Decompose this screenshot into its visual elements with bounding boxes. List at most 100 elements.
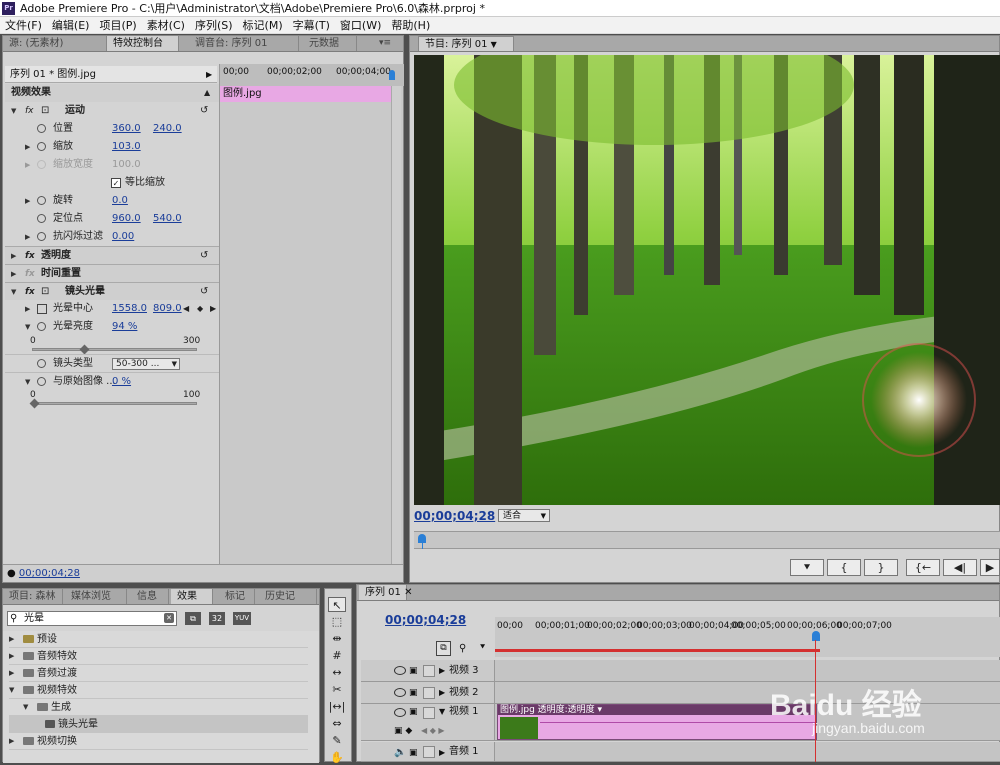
time-remap-row[interactable]: ▶ fx 时间重置 [5, 264, 219, 282]
mark-in-button[interactable]: { [827, 559, 861, 576]
tree-item-presets[interactable]: 预设 [37, 634, 57, 645]
keyframe-icon[interactable]: ◆ [197, 300, 203, 318]
expand-triangle-icon[interactable]: ▶ [9, 665, 14, 682]
stopwatch-icon[interactable] [37, 377, 46, 386]
timeline-clip[interactable]: 图例.jpg 透明度:透明度 ▾ [497, 704, 817, 740]
anchor-x-value[interactable]: 960.0 [112, 210, 141, 228]
blend-slider[interactable] [32, 402, 197, 405]
lock-box[interactable] [423, 746, 435, 758]
tab-project-4[interactable]: 标记 [219, 589, 255, 604]
chevron-down-icon[interactable]: ▼ [491, 40, 497, 49]
program-scrubber[interactable] [414, 531, 1000, 549]
hand-tool-icon[interactable]: ✋ [328, 750, 346, 765]
tab-sequence[interactable]: 序列 01 ✕ [359, 585, 412, 600]
track-select-tool-icon[interactable]: ⬚ [328, 614, 346, 629]
expand-triangle-icon[interactable]: ▶ [439, 660, 445, 682]
clear-icon[interactable]: ✕ [164, 613, 174, 623]
expand-triangle-icon[interactable]: ▶ [439, 742, 445, 764]
expand-triangle-icon[interactable]: ▶ [25, 192, 30, 210]
speaker-icon[interactable]: 🔈 [394, 742, 406, 764]
flare-center-y-value[interactable]: 809.0 [153, 300, 182, 318]
slip-tool-icon[interactable]: |↔| [328, 699, 346, 714]
lock-box[interactable] [423, 665, 435, 677]
reset-icon[interactable]: ↺ [200, 247, 208, 265]
menu-item[interactable]: 编辑(E) [47, 17, 95, 34]
menu-item[interactable]: 帮助(H) [386, 17, 435, 34]
tab-metadata[interactable]: 元数据 [303, 36, 357, 51]
stopwatch-icon[interactable] [37, 322, 46, 331]
timeline-timecode[interactable]: 00;00;04;28 [385, 613, 466, 627]
go-to-in-button[interactable]: {← [906, 559, 940, 576]
tab-project-0[interactable]: 项目: 森林 [3, 589, 63, 604]
reset-icon[interactable]: ↺ [200, 102, 208, 120]
tree-item-generate[interactable]: 生成 [51, 702, 71, 713]
rate-stretch-tool-icon[interactable]: ↔ [328, 665, 346, 680]
eye-icon[interactable] [394, 688, 406, 697]
rotation-value[interactable]: 0.0 [112, 192, 128, 210]
tree-item-video-effects[interactable]: 视频特效 [37, 685, 77, 696]
expand-triangle-icon[interactable]: ▶ [25, 228, 30, 246]
effects-search-input[interactable]: ⚲ 光晕 ✕ [7, 611, 177, 626]
panel-menu-icon[interactable]: ▾≡ [379, 36, 391, 51]
display-style-icon[interactable]: ▣ ◆ [394, 720, 412, 742]
antiflicker-value[interactable]: 0.00 [112, 228, 134, 246]
selection-tool-icon[interactable]: ↖ [328, 597, 346, 612]
expand-triangle-icon[interactable]: ▶ [11, 265, 16, 283]
snap-icon[interactable]: ⧉ [436, 641, 451, 656]
flare-brightness-slider[interactable] [32, 348, 197, 351]
marker-icon[interactable]: ⚲ [459, 643, 466, 654]
position-x-value[interactable]: 360.0 [112, 120, 141, 138]
add-marker-button[interactable]: ⯆ [790, 559, 824, 576]
tree-item-lens-flare[interactable]: 镜头光晕 [58, 719, 98, 730]
menu-item[interactable]: 文件(F) [0, 17, 47, 34]
expand-triangle-icon[interactable]: ▶ [25, 138, 30, 156]
effect-timeline[interactable]: 00;00 00;00;02;00 00;00;04;00 图例.jpg [219, 64, 404, 582]
menu-item[interactable]: 序列(S) [190, 17, 238, 34]
expand-triangle-icon[interactable]: ▶ [25, 300, 30, 318]
reset-icon[interactable]: ↺ [200, 283, 208, 301]
expand-triangle-icon[interactable]: ▶ [11, 247, 16, 265]
ripple-edit-tool-icon[interactable]: ⇹ [328, 631, 346, 646]
film-icon[interactable]: ▣ [409, 742, 418, 764]
menu-item[interactable]: 标记(M) [238, 17, 288, 34]
tab-source[interactable]: 源: (无素材) [3, 36, 107, 51]
flare-center-x-value[interactable]: 1558.0 [112, 300, 147, 318]
fx-icon[interactable]: fx [25, 283, 35, 301]
tab-project-1[interactable]: 媒体浏览 [65, 589, 127, 604]
mark-out-button[interactable]: } [864, 559, 898, 576]
crosshair-icon[interactable] [37, 304, 47, 314]
lock-box[interactable] [423, 707, 435, 719]
rolling-edit-tool-icon[interactable]: # [328, 648, 346, 663]
uniform-scale-checkbox[interactable]: ✓ [111, 178, 121, 188]
menu-item[interactable]: 素材(C) [142, 17, 190, 34]
stopwatch-icon[interactable] [37, 232, 46, 241]
clip-bar[interactable]: 图例.jpg [220, 86, 392, 102]
slide-tool-icon[interactable]: ⇔ [328, 716, 346, 731]
add-marker-icon[interactable]: ⯆ [479, 643, 486, 653]
stopwatch-icon[interactable] [37, 142, 46, 151]
stopwatch-icon[interactable] [37, 196, 46, 205]
lock-box[interactable] [423, 687, 435, 699]
step-back-button[interactable]: ◀| [943, 559, 977, 576]
slider-thumb[interactable] [29, 398, 40, 409]
tree-item-audio-effects[interactable]: 音频特效 [37, 651, 77, 662]
tab-effect-controls[interactable]: 特效控制台 [107, 36, 179, 51]
tab-project-3[interactable]: 效果 [171, 589, 213, 604]
stopwatch-icon[interactable] [37, 214, 46, 223]
effect-scrollbar[interactable] [391, 86, 401, 576]
stopwatch-icon[interactable] [37, 124, 46, 133]
tab-audio-mixer[interactable]: 调音台: 序列 01 [189, 36, 299, 51]
menu-item[interactable]: 项目(P) [94, 17, 141, 34]
blend-value[interactable]: 0 % [112, 373, 131, 391]
playhead-marker[interactable] [389, 70, 395, 80]
expand-triangle-icon[interactable]: ▼ [9, 682, 14, 699]
tab-project-5[interactable]: 历史记 [259, 589, 317, 604]
eye-icon[interactable] [394, 708, 406, 717]
expand-triangle-icon[interactable]: ▶ [9, 648, 14, 665]
anchor-y-value[interactable]: 540.0 [153, 210, 182, 228]
lens-flare-row[interactable]: ▼ fx ⊡ 镜头光晕 ↺ [5, 282, 219, 300]
motion-row[interactable]: ▼ fx ⊡ 运动 ↺ [5, 102, 219, 120]
collapse-icon[interactable]: ▲ [204, 84, 210, 102]
effect-timecode[interactable]: 00;00;04;28 [19, 568, 80, 579]
expand-triangle-icon[interactable]: ▶ [9, 733, 14, 750]
